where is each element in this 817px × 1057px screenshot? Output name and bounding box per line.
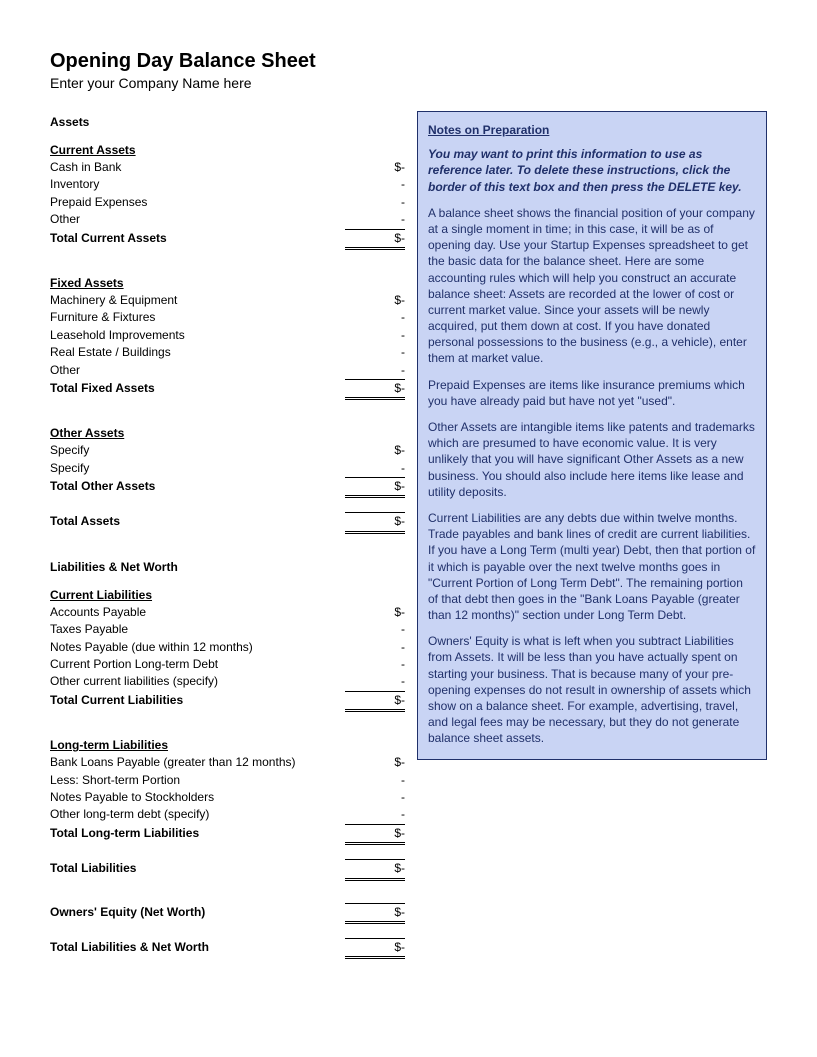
line-item: Current Portion Long-term Debt- [50,656,405,673]
line-item: Taxes Payable- [50,621,405,638]
line-item: Other current liabilities (specify)- [50,673,405,691]
notes-paragraph: Owners' Equity is what is left when you … [428,633,756,746]
line-item: Other- [50,362,405,380]
line-item: Less: Short-term Portion- [50,772,405,789]
line-item: Cash in Bank$- [50,159,405,176]
line-item: Accounts Payable$- [50,604,405,621]
liabilities-heading: Liabilities & Net Worth [50,560,405,574]
fixed-assets-heading: Fixed Assets [50,276,405,290]
total-fixed-assets: Total Fixed Assets$- [50,380,405,400]
notes-box[interactable]: Notes on Preparation You may want to pri… [417,111,767,760]
total-liabilities-net-worth: Total Liabilities & Net Worth$- [50,938,405,959]
line-item: Machinery & Equipment$- [50,292,405,309]
line-item: Furniture & Fixtures- [50,309,405,326]
line-item: Notes Payable (due within 12 months)- [50,639,405,656]
balance-sheet-column: Assets Current Assets Cash in Bank$- Inv… [50,111,405,959]
total-current-liabilities: Total Current Liabilities$- [50,692,405,712]
page-title: Opening Day Balance Sheet [50,50,782,73]
line-item: Specify- [50,460,405,478]
assets-heading: Assets [50,115,405,129]
line-item: Specify$- [50,442,405,459]
total-other-assets: Total Other Assets$- [50,478,405,498]
line-item: Leasehold Improvements- [50,327,405,344]
line-item: Bank Loans Payable (greater than 12 mont… [50,754,405,771]
owners-equity: Owners' Equity (Net Worth)$- [50,903,405,924]
notes-intro: You may want to print this information t… [428,146,756,195]
notes-paragraph: Current Liabilities are any debts due wi… [428,510,756,526]
current-assets-heading: Current Assets [50,143,405,157]
line-item: Inventory- [50,176,405,193]
line-item: Prepaid Expenses- [50,194,405,211]
notes-title: Notes on Preparation [428,122,756,138]
line-item: Real Estate / Buildings- [50,344,405,361]
line-item: Other long-term debt (specify)- [50,806,405,824]
other-assets-heading: Other Assets [50,426,405,440]
total-liabilities: Total Liabilities$- [50,859,405,880]
total-assets: Total Assets$- [50,512,405,533]
notes-paragraph: Prepaid Expenses are items like insuranc… [428,377,756,409]
notes-paragraph: Other Assets are intangible items like p… [428,419,756,500]
total-longterm-liabilities: Total Long-term Liabilities$- [50,825,405,845]
notes-paragraph: A balance sheet shows the financial posi… [428,205,756,367]
line-item: Other- [50,211,405,229]
notes-paragraph: Trade payables and bank lines of credit … [428,526,756,623]
line-item: Notes Payable to Stockholders- [50,789,405,806]
company-name-placeholder[interactable]: Enter your Company Name here [50,75,782,91]
longterm-liabilities-heading: Long-term Liabilities [50,738,405,752]
current-liabilities-heading: Current Liabilities [50,588,405,602]
total-current-assets: Total Current Assets$- [50,230,405,250]
